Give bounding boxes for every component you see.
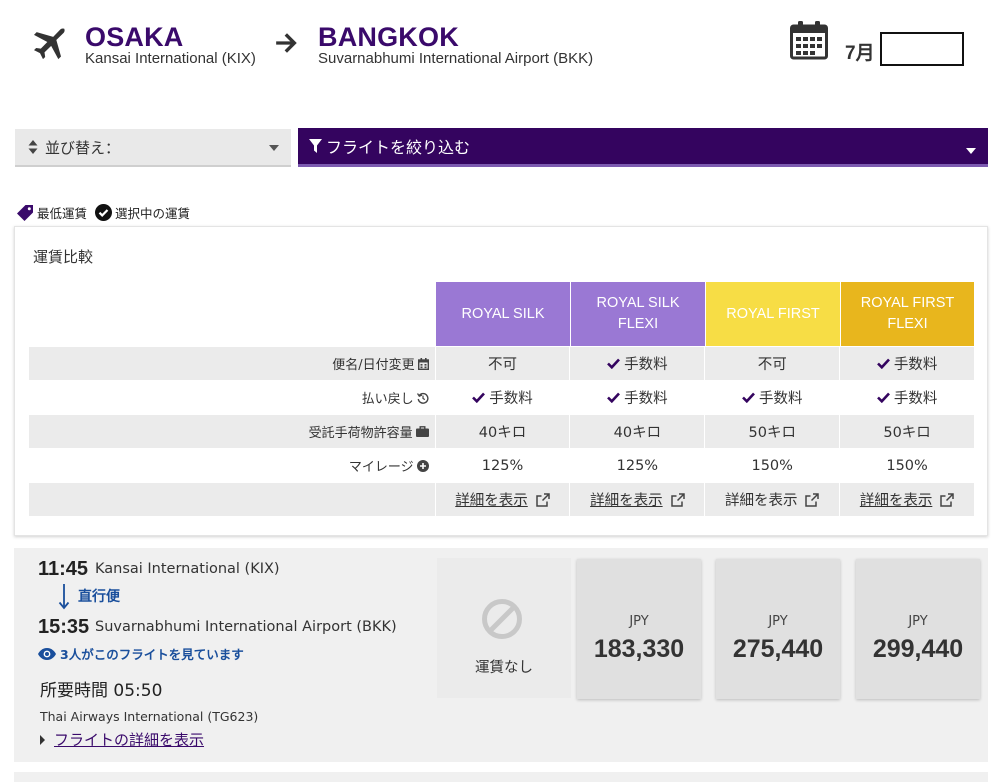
calendar-icon: [417, 357, 429, 370]
nonstop-label: 直行便: [78, 589, 120, 605]
fare-cell: 125%: [616, 457, 659, 474]
row-label: 払い戻し: [29, 381, 435, 414]
currency-label: JPY: [908, 614, 928, 629]
calendar-icon[interactable]: [790, 20, 828, 60]
fare-legend: 最低運賃 選択中の運賃: [16, 203, 198, 222]
plus-circle-icon: [416, 459, 429, 472]
price-cell-royal-first[interactable]: JPY 275,440: [716, 559, 840, 699]
table-row: 便名/日付変更 不可 手数料 不可 手数料: [29, 347, 975, 380]
destination-airport: Suvarnabhumi International Airport (BKK): [318, 50, 594, 67]
filter-icon: [309, 139, 322, 153]
arrow-right-icon: [276, 33, 297, 53]
fare-cell: 手数料: [705, 381, 839, 414]
fare-cell: 不可: [435, 347, 570, 380]
external-link-icon: [940, 492, 955, 507]
next-flight-row: [14, 772, 988, 782]
fare-cell: 150%: [751, 457, 793, 474]
price-cell-royal-first-flexi[interactable]: JPY 299,440: [856, 559, 980, 699]
no-fare-cell: 運賃なし: [437, 558, 571, 698]
check-icon: [876, 392, 890, 403]
no-entry-icon: [482, 599, 522, 639]
arrival-time: 15:35: [38, 616, 90, 638]
fare-details-link-royal-silk-flexi[interactable]: 詳細を表示: [570, 483, 705, 516]
refund-icon: [416, 392, 429, 404]
origin-airport: Kansai International (KIX): [85, 50, 256, 67]
price-amount: 299,440: [872, 635, 964, 663]
row-label: マイレージ: [29, 449, 435, 482]
fare-cell: 125%: [481, 457, 524, 474]
flight-duration: 所要時間 05:50: [40, 681, 163, 701]
chevron-down-icon: [966, 148, 976, 154]
fare-header-royal-silk-flexi: ROYAL SILK FLEXI: [571, 282, 705, 346]
check-icon: [742, 392, 755, 403]
currency-label: JPY: [768, 614, 788, 629]
fare-comparison-card: 運賃比較 ROYAL SILK ROYAL SILK FLEXI ROYAL F…: [14, 226, 988, 536]
fare-cell: 手数料: [840, 347, 975, 380]
fare-cell: 150%: [886, 457, 928, 474]
check-icon: [607, 358, 621, 369]
price-cell-royal-silk-flexi[interactable]: JPY 183,330: [577, 559, 701, 699]
destination-city: BANGKOK: [318, 22, 459, 52]
fare-details-link-royal-first-flexi[interactable]: 詳細を表示: [840, 483, 975, 516]
fare-header-royal-silk: ROYAL SILK: [436, 282, 570, 346]
fare-cell: 50キロ: [705, 415, 840, 448]
check-icon: [876, 358, 890, 369]
fare-header-royal-first-flexi: ROYAL FIRST FLEXI: [841, 282, 974, 346]
lowest-fare-label: 最低運賃: [37, 206, 88, 221]
no-fare-label: 運賃なし: [475, 660, 533, 676]
sort-label: 並び替え：: [45, 138, 121, 157]
fare-cell: 手数料: [436, 381, 570, 414]
filter-label: フライトを絞り込む: [326, 138, 471, 157]
airplane-icon: [34, 28, 65, 60]
tag-icon: [17, 204, 33, 221]
sort-icon: [28, 140, 38, 154]
table-row: 受託手荷物許容量 40キロ 40キロ 50キロ 50キロ: [29, 415, 975, 448]
table-row: 詳細を表示 詳細を表示 詳細を表示 詳細を表示: [29, 483, 975, 516]
filter-flights-button[interactable]: フライトを絞り込む: [298, 128, 988, 167]
arrival-airport: Suvarnabhumi International Airport (BKK): [95, 619, 397, 635]
external-link-icon: [536, 492, 550, 507]
fare-cell: 50キロ: [840, 415, 975, 448]
check-icon: [472, 392, 486, 403]
fare-cell: 40キロ: [435, 415, 570, 448]
table-row: 払い戻し 手数料 手数料 手数料 手数料: [29, 381, 974, 414]
row-label: 受託手荷物許容量: [29, 415, 435, 448]
external-link-icon: [670, 492, 685, 507]
check-circle-icon: [95, 204, 113, 221]
departure-airport: Kansai International (KIX): [95, 561, 280, 577]
departure-time: 11:45: [38, 558, 89, 580]
fare-cell: 不可: [705, 347, 840, 380]
table-row: マイレージ 125% 125% 150% 150%: [29, 449, 974, 482]
flight-result-row: 11:45 Kansai International (KIX) 直行便 15:…: [14, 548, 988, 762]
check-icon: [607, 392, 621, 403]
row-label: [29, 483, 435, 516]
caret-right-icon: [40, 734, 45, 745]
sort-dropdown[interactable]: 並び替え：: [15, 129, 291, 167]
date-input[interactable]: [880, 32, 964, 66]
external-link-icon: [805, 492, 820, 507]
fare-cell: 手数料: [570, 381, 704, 414]
chevron-down-icon: [269, 145, 279, 151]
flight-details-link[interactable]: フライトの詳細を表示: [40, 729, 204, 750]
fare-cell: 手数料: [840, 381, 974, 414]
fare-details-link-royal-first[interactable]: 詳細を表示: [705, 483, 840, 516]
eye-icon: [38, 647, 56, 660]
currency-label: JPY: [629, 614, 649, 629]
row-label: 便名/日付変更: [29, 347, 435, 380]
comparison-title: 運賃比較: [33, 248, 94, 266]
viewers-notice: 3人がこのフライトを見ています: [38, 644, 244, 663]
fare-details-link-royal-silk[interactable]: 詳細を表示: [435, 483, 570, 516]
arrow-down-icon: [58, 584, 70, 610]
fare-cell: 40キロ: [570, 415, 705, 448]
fare-cell: 手数料: [570, 347, 705, 380]
fare-header-royal-first: ROYAL FIRST: [706, 282, 840, 346]
selected-fare-label: 選択中の運賃: [115, 206, 191, 221]
price-amount: 275,440: [732, 635, 824, 663]
month-label: 7月: [845, 43, 875, 64]
origin-city: OSAKA: [85, 22, 184, 52]
baggage-icon: [415, 426, 429, 437]
price-amount: 183,330: [593, 635, 685, 663]
airline-flight-number: Thai Airways International (TG623): [40, 709, 259, 724]
